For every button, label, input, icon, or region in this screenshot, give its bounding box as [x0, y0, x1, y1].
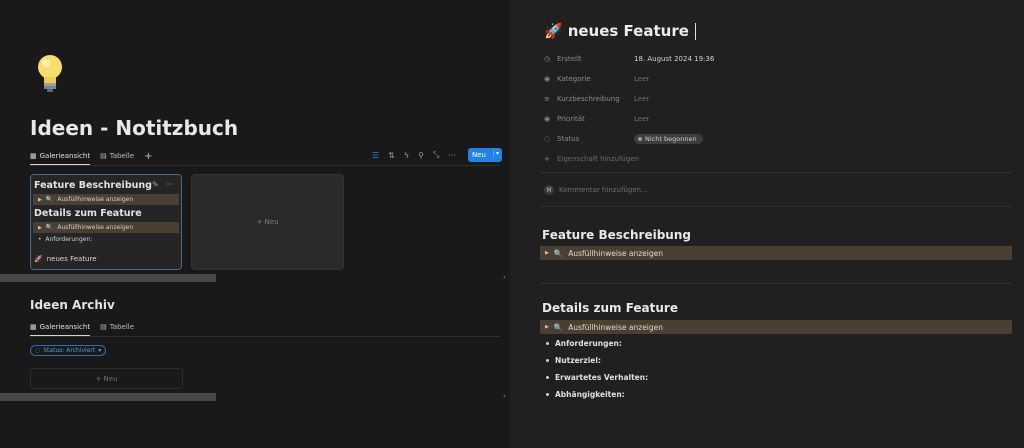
divider [540, 283, 1012, 284]
list-item[interactable]: Nutzerziel: [546, 356, 601, 365]
divider [30, 336, 500, 337]
magnifier-icon: 🔍 [553, 248, 564, 258]
callout-toggle[interactable]: ▶ 🔍 Ausfüllhinweise anzeigen [540, 246, 1012, 260]
status-icon: ◌ [544, 135, 551, 143]
property-value-prioritaet[interactable]: Leer [634, 113, 649, 125]
text-lines-icon: ≡ [544, 95, 550, 103]
archive-new-button[interactable]: + Neu [30, 368, 183, 389]
divider [30, 165, 500, 166]
plus-icon: + [544, 155, 550, 163]
tab-tabelle[interactable]: ▤ Tabelle [100, 318, 134, 336]
horizontal-scrollbar[interactable] [0, 274, 216, 282]
callout-toggle[interactable]: ▶ 🔍 Ausfüllhinweise anzeigen [33, 194, 179, 205]
section-heading-details-zum-feature: Details zum Feature [542, 301, 678, 315]
list-item[interactable]: Abhängigkeiten: [546, 390, 625, 399]
tab-galerieansicht[interactable]: ▦ Galerieansicht [30, 147, 91, 165]
add-view-button[interactable]: + [144, 147, 152, 165]
callout-toggle[interactable]: ▶ 🔍 Ausfüllhinweise anzeigen [540, 320, 1012, 334]
lightning-icon[interactable]: ϟ [404, 151, 409, 160]
filter-icon[interactable]: ☰ [372, 151, 379, 160]
magnifier-icon: 🔍 [45, 224, 54, 231]
triangle-right-icon: ▶ [545, 324, 549, 330]
comment-input[interactable]: M Kommentar hinzufügen... [544, 185, 648, 195]
property-value-status[interactable]: Nicht begonnen [634, 133, 703, 145]
triangle-right-icon: ▶ [38, 224, 42, 231]
rocket-icon: 🚀 [34, 255, 43, 263]
archive-title: Ideen Archiv [30, 298, 115, 312]
select-icon: ◉ [544, 75, 551, 83]
new-card-button[interactable]: + Neu [191, 174, 344, 270]
new-button[interactable]: Neu ▾ [468, 148, 502, 162]
callout-toggle[interactable]: ▶ 🔍 Ausfüllhinweise anzeigen [33, 222, 179, 233]
tab-tabelle[interactable]: ▤ Tabelle [100, 147, 134, 165]
avatar: M [544, 185, 554, 195]
status-icon: ◌ [35, 347, 41, 354]
section-heading-feature-beschreibung: Feature Beschreibung [542, 228, 691, 242]
card-bullet: • Anforderungen: [38, 236, 93, 243]
table-icon: ▤ [100, 152, 107, 160]
bullet-dot [546, 342, 549, 345]
text-cursor [694, 22, 696, 40]
card-heading-1: Feature Beschreibung [34, 180, 152, 191]
card-heading-2: Details zum Feature [34, 208, 142, 219]
magnifier-icon: 🔍 [553, 322, 564, 332]
grid-icon: ▦ [30, 151, 37, 160]
property-value-kategorie[interactable]: Leer [634, 73, 649, 85]
status-filter-chip[interactable]: ◌ Status: Archiviert ▾ [30, 345, 107, 356]
select-icon: ◉ [544, 115, 551, 123]
card-actions: ✎ ··· [152, 180, 173, 189]
chevron-right-icon[interactable]: › [503, 273, 506, 281]
bullet-dot [546, 359, 549, 362]
chevron-down-icon: ▾ [98, 347, 102, 354]
page-title: Ideen - Notitzbuch [30, 116, 239, 140]
property-value-erstellt: 18. August 2024 19:36 [634, 55, 715, 63]
add-property-button[interactable]: + Eigenschaft hinzufügen [544, 153, 639, 165]
property-erstellt: ◷ Erstellt [544, 55, 582, 63]
triangle-right-icon: ▶ [38, 196, 42, 203]
status-dot [638, 137, 642, 141]
clock-icon: ◷ [544, 55, 551, 63]
grid-icon: ▦ [30, 322, 37, 331]
edit-icon[interactable]: ✎ [152, 180, 159, 189]
bullet-dot [546, 376, 549, 379]
property-kategorie: ◉ Kategorie [544, 75, 591, 83]
view-tabs: ▦ Galerieansicht ▤ Tabelle + [30, 147, 162, 165]
chevron-down-icon[interactable]: ▾ [492, 150, 499, 157]
chevron-right-icon[interactable]: › [503, 392, 506, 400]
tab-galerieansicht[interactable]: ▦ Galerieansicht [30, 318, 91, 336]
property-status: ◌ Status [544, 135, 580, 143]
list-item[interactable]: Anforderungen: [546, 339, 622, 348]
status-badge: Nicht begonnen [634, 134, 703, 144]
list-item[interactable]: Erwartetes Verhalten: [546, 373, 648, 382]
database-toolbar: ☰ ⇅ ϟ ⚲ ⤡ ··· [372, 147, 456, 163]
expand-icon[interactable]: ⤡ [433, 150, 439, 160]
page-title-editable[interactable]: 🚀 neues Feature [544, 22, 696, 40]
lightbulb-icon[interactable] [34, 52, 66, 94]
property-value-kurzbeschreibung[interactable]: Leer [634, 93, 649, 105]
property-prioritaet: ◉ Priorität [544, 115, 585, 123]
more-icon[interactable]: ··· [166, 180, 174, 189]
property-kurzbeschreibung: ≡ Kurzbeschreibung [544, 95, 620, 103]
rocket-icon[interactable]: 🚀 [544, 22, 563, 40]
sort-icon[interactable]: ⇅ [388, 151, 395, 160]
table-icon: ▤ [100, 323, 107, 331]
bullet-dot [546, 393, 549, 396]
archive-view-tabs: ▦ Galerieansicht ▤ Tabelle [30, 318, 144, 336]
card-footer[interactable]: 🚀 neues Feature [34, 255, 97, 263]
divider [540, 172, 1012, 173]
search-icon[interactable]: ⚲ [418, 151, 424, 160]
divider [540, 206, 1012, 207]
horizontal-scrollbar[interactable] [0, 393, 216, 401]
triangle-right-icon: ▶ [545, 250, 549, 256]
magnifier-icon: 🔍 [45, 196, 54, 203]
more-icon[interactable]: ··· [448, 151, 456, 160]
